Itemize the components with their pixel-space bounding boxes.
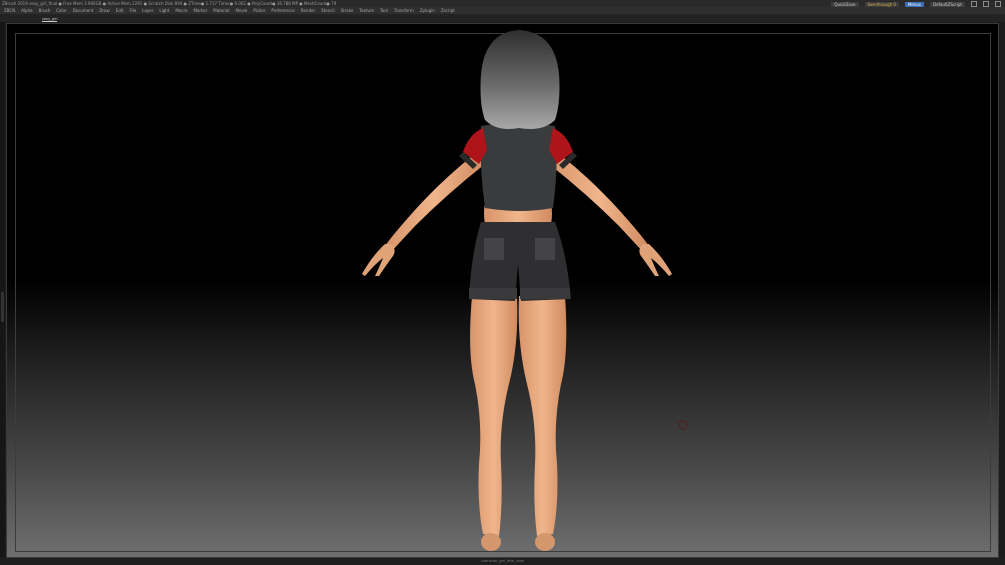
footer-label: character_girl_final_view bbox=[480, 559, 525, 563]
right-hand bbox=[639, 244, 672, 276]
shorts-cuff-right bbox=[520, 288, 570, 299]
menu-brush[interactable]: Brush bbox=[39, 7, 51, 14]
menu-transform[interactable]: Transform bbox=[394, 7, 414, 14]
left-hand bbox=[362, 244, 395, 276]
default-zscript-button[interactable]: DefaultZScript bbox=[930, 1, 965, 7]
see-through-slider[interactable]: See-through 0 bbox=[864, 1, 899, 7]
menu-edit[interactable]: Edit bbox=[116, 7, 124, 14]
menu-light[interactable]: Light bbox=[159, 7, 169, 14]
menu-movie[interactable]: Movie bbox=[236, 7, 248, 14]
background-marker bbox=[678, 420, 688, 430]
left-foot bbox=[481, 533, 501, 551]
document-tab-bar: sexy_girl bbox=[0, 14, 1005, 22]
back-pocket-right bbox=[535, 238, 555, 260]
menu-zbcn[interactable]: ZBCN bbox=[4, 7, 15, 14]
left-leg bbox=[470, 296, 518, 536]
menu-macro[interactable]: Macro bbox=[175, 7, 187, 14]
titlebar-controls: QuickSave See-through 0 Menus DefaultZSc… bbox=[831, 0, 1001, 7]
left-tray bbox=[0, 22, 5, 557]
menu-bar: ZBCN Alpha Brush Color Document Draw Edi… bbox=[0, 7, 1005, 14]
menu-stencil[interactable]: Stencil bbox=[321, 7, 335, 14]
menu-document[interactable]: Document bbox=[73, 7, 94, 14]
menu-draw[interactable]: Draw bbox=[99, 7, 109, 14]
right-foot bbox=[535, 533, 555, 551]
menu-zplugin[interactable]: Zplugin bbox=[420, 7, 435, 14]
menu-material[interactable]: Material bbox=[213, 7, 229, 14]
canvas-viewport[interactable] bbox=[6, 23, 999, 558]
menus-button[interactable]: Menus bbox=[904, 1, 925, 7]
menu-marker[interactable]: Marker bbox=[193, 7, 207, 14]
menu-render[interactable]: Render bbox=[301, 7, 315, 14]
menu-alpha[interactable]: Alpha bbox=[21, 7, 32, 14]
menu-tool[interactable]: Tool bbox=[380, 7, 388, 14]
menu-layer[interactable]: Layer bbox=[142, 7, 153, 14]
quicksave-button[interactable]: QuickSave bbox=[831, 1, 859, 7]
menu-color[interactable]: Color bbox=[56, 7, 66, 14]
menu-texture[interactable]: Texture bbox=[359, 7, 374, 14]
status-footer: character_girl_final_view bbox=[0, 558, 1005, 565]
shirt bbox=[480, 123, 557, 211]
hair bbox=[480, 30, 560, 129]
menu-preferences[interactable]: Preferences bbox=[271, 7, 295, 14]
menu-stroke[interactable]: Stroke bbox=[341, 7, 354, 14]
shorts-cuff-left bbox=[469, 288, 517, 299]
title-bar: ZBrush 2019 sexy_girl_final ● Free Mem 3… bbox=[0, 0, 1005, 7]
back-pocket-left bbox=[484, 238, 504, 260]
tab-active-document[interactable]: sexy_girl bbox=[42, 17, 58, 22]
character-model[interactable] bbox=[7, 24, 1000, 559]
left-arm bbox=[385, 152, 485, 252]
menu-picker[interactable]: Picker bbox=[253, 7, 265, 14]
menu-zscript[interactable]: Zscript bbox=[441, 7, 455, 14]
app-title: ZBrush 2019 sexy_girl_final ● Free Mem 3… bbox=[2, 1, 337, 6]
right-leg bbox=[518, 296, 567, 536]
menu-file[interactable]: File bbox=[130, 7, 137, 14]
tray-handle[interactable] bbox=[1, 292, 4, 322]
